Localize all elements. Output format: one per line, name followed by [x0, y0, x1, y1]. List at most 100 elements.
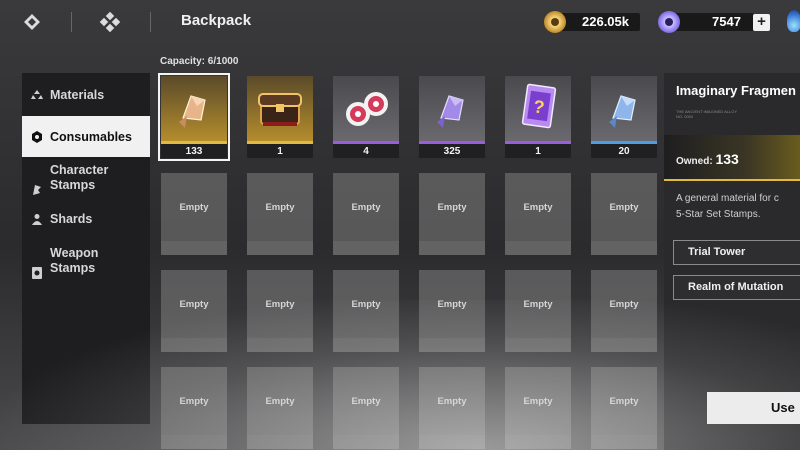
empty-label: Empty [265, 299, 295, 310]
empty-slot[interactable]: Empty [161, 173, 227, 255]
empty-slot-foot [419, 435, 485, 449]
empty-label: Empty [523, 202, 553, 213]
sidebar-item-consumables[interactable]: Consumables [22, 116, 150, 157]
gold-currency: 226.05k [544, 11, 640, 33]
page-title: Backpack [181, 12, 252, 29]
empty-slot[interactable]: Empty [591, 270, 657, 352]
sidebar-item-shards[interactable]: Shards [22, 206, 150, 232]
empty-slot-foot [161, 338, 227, 352]
purple-ring-icon [658, 11, 680, 33]
sidebar-item-character-stamps[interactable]: Character Stamps [22, 161, 150, 195]
empty-slot-foot [591, 338, 657, 352]
item-slot-imaginary-fragment[interactable]: 133 [158, 73, 230, 161]
blue-flame-icon [787, 10, 800, 32]
empty-slot[interactable]: Empty [333, 173, 399, 255]
owned-count: Owned: 133 [676, 151, 739, 167]
empty-label: Empty [351, 202, 381, 213]
sidebar-item-label: Weapon Stamps [50, 246, 99, 275]
owned-value: 133 [715, 151, 739, 167]
empty-slot-foot [419, 338, 485, 352]
empty-slot-foot [505, 338, 571, 352]
capacity-label: Capacity: 6/1000 [160, 56, 239, 67]
item-slot-mystery-card[interactable]: ? 1 [505, 76, 571, 158]
empty-label: Empty [523, 299, 553, 310]
sidebar-item-label: Shards [50, 212, 93, 226]
empty-slot[interactable]: Empty [161, 270, 227, 352]
item-slot-treasure-chest[interactable]: 1 [247, 76, 313, 158]
empty-label: Empty [265, 202, 295, 213]
item-slot-purple-fragment[interactable]: 325 [419, 76, 485, 158]
item-count: 1 [505, 144, 571, 158]
empty-slot-foot [333, 435, 399, 449]
empty-label: Empty [609, 202, 639, 213]
imaginary-fragment-icon [179, 95, 206, 128]
materials-icon [31, 89, 43, 101]
mystery-card-icon: ? [521, 83, 557, 129]
shards-icon [31, 213, 43, 225]
use-button[interactable]: Use [707, 392, 800, 424]
empty-label: Empty [179, 396, 209, 407]
empty-slot-foot [161, 241, 227, 255]
item-count: 20 [591, 144, 657, 158]
weapon-stamps-icon [31, 255, 43, 279]
empty-slot[interactable]: Empty [419, 270, 485, 352]
empty-slot-foot [161, 435, 227, 449]
empty-slot-foot [505, 241, 571, 255]
empty-slot-foot [333, 338, 399, 352]
empty-slot[interactable]: Empty [505, 367, 571, 449]
empty-slot-foot [591, 435, 657, 449]
blue-fragment-icon [609, 95, 636, 128]
empty-slot[interactable]: Empty [161, 367, 227, 449]
empty-slot[interactable]: Empty [419, 173, 485, 255]
treasure-chest-art [247, 76, 313, 144]
source-realm-of-mutation-button[interactable]: Realm of Mutation [673, 275, 800, 300]
red-orbs-icon [346, 92, 388, 126]
gold-value: 226.05k [582, 14, 629, 29]
empty-slot[interactable]: Empty [333, 270, 399, 352]
empty-slot-foot [333, 241, 399, 255]
empty-slot[interactable]: Empty [247, 173, 313, 255]
source-trial-tower-button[interactable]: Trial Tower [673, 240, 800, 265]
menu-diamond-icon[interactable] [21, 11, 43, 33]
item-count: 325 [419, 144, 485, 158]
empty-slot-foot [247, 241, 313, 255]
divider [150, 12, 151, 32]
empty-slot[interactable]: Empty [591, 173, 657, 255]
empty-slot-foot [591, 241, 657, 255]
gem-currency-bg [668, 13, 754, 31]
item-slot-blue-fragment[interactable]: 20 [591, 76, 657, 158]
sidebar-item-label: Consumables [50, 129, 132, 144]
diamond-grid-icon[interactable] [99, 11, 121, 33]
empty-slot[interactable]: Empty [591, 367, 657, 449]
empty-label: Empty [609, 299, 639, 310]
item-count: 133 [161, 144, 227, 158]
empty-slot[interactable]: Empty [505, 270, 571, 352]
empty-label: Empty [265, 396, 295, 407]
empty-label: Empty [351, 299, 381, 310]
sidebar-item-label: Character Stamps [50, 163, 109, 192]
category-sidebar: Materials Consumables Character Stamps S… [22, 73, 150, 424]
empty-label: Empty [179, 299, 209, 310]
empty-label: Empty [609, 396, 639, 407]
empty-label: Empty [351, 396, 381, 407]
empty-label: Empty [179, 202, 209, 213]
sidebar-item-weapon-stamps[interactable]: Weapon Stamps [22, 244, 150, 279]
sidebar-item-label: Materials [50, 88, 105, 102]
gem-value: 7547 [712, 14, 741, 29]
add-currency-button[interactable]: + [753, 14, 770, 31]
empty-label: Empty [437, 396, 467, 407]
empty-slot[interactable]: Empty [333, 367, 399, 449]
empty-label: Empty [437, 202, 467, 213]
empty-slot[interactable]: Empty [247, 270, 313, 352]
purple-fragment-icon [437, 95, 464, 128]
empty-slot[interactable]: Empty [419, 367, 485, 449]
empty-slot[interactable]: Empty [247, 367, 313, 449]
empty-label: Empty [437, 299, 467, 310]
empty-slot[interactable]: Empty [505, 173, 571, 255]
owned-label: Owned: [676, 156, 713, 167]
sidebar-item-materials[interactable]: Materials [22, 81, 150, 109]
item-slot-red-orbs[interactable]: 4 [333, 76, 399, 158]
empty-slot-foot [247, 338, 313, 352]
item-count: 4 [333, 144, 399, 158]
item-description-line: 5-Star Set Stamps. [676, 209, 761, 220]
